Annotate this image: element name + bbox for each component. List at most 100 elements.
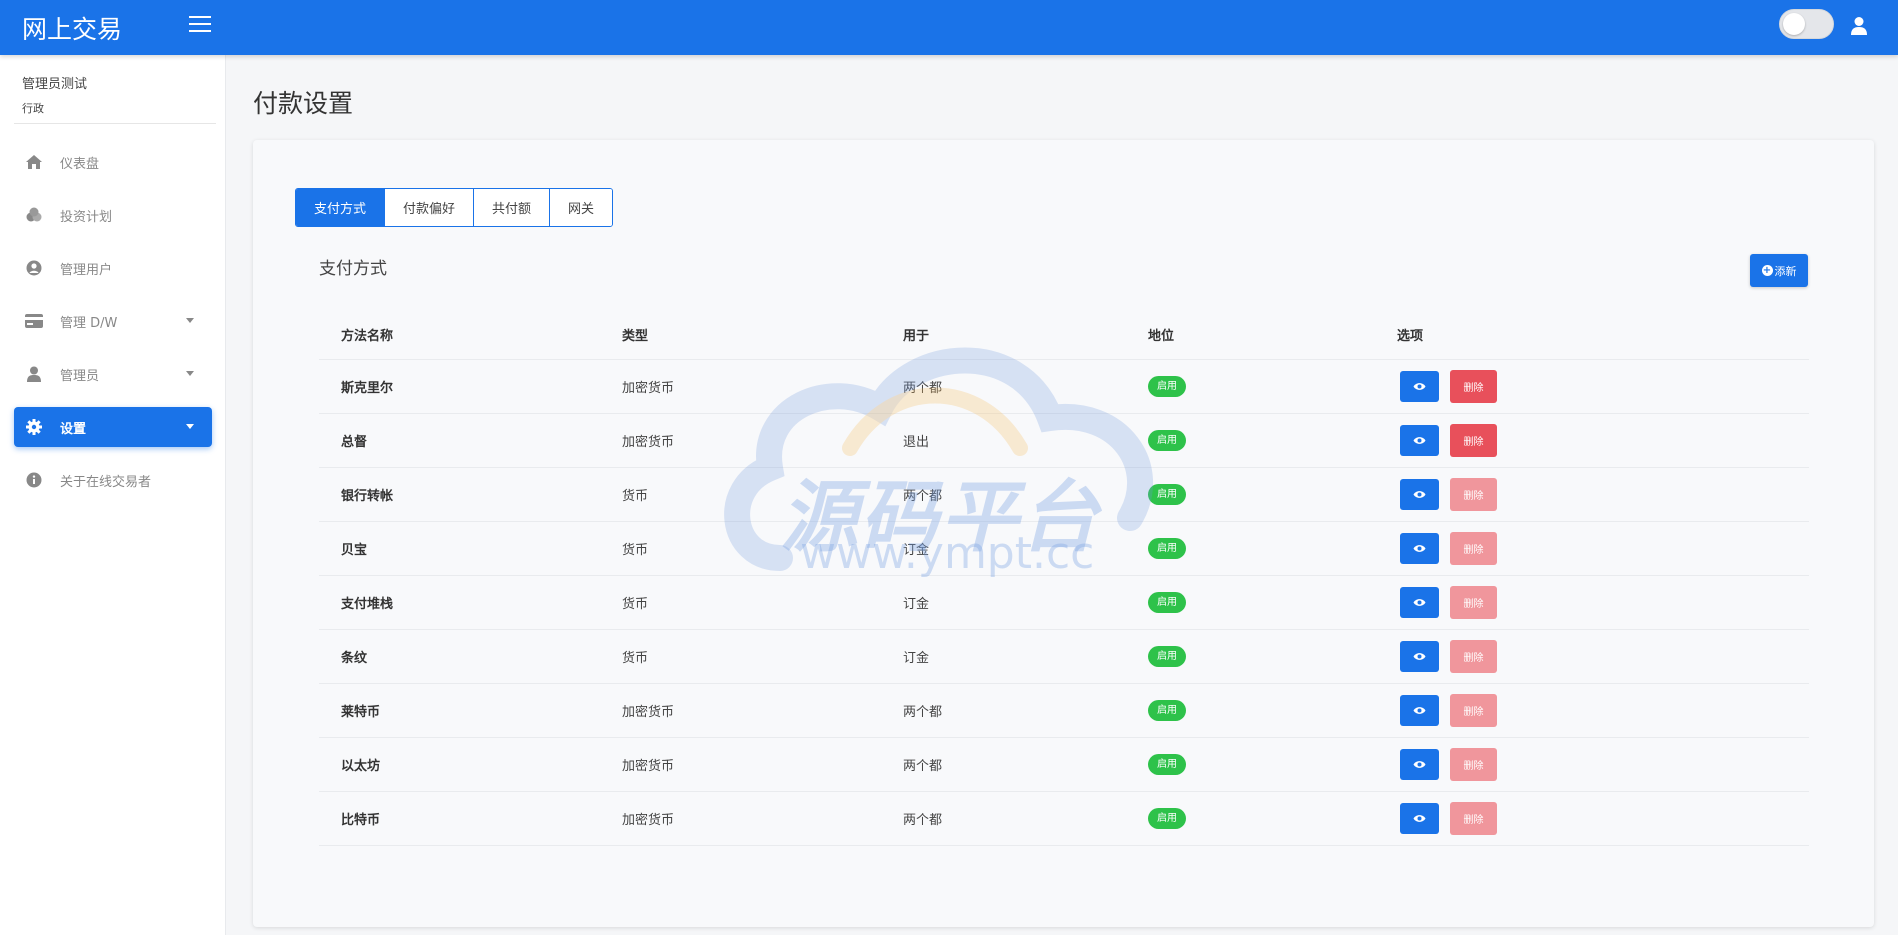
- user-icon[interactable]: [1850, 16, 1868, 36]
- tab-payment-preferences[interactable]: 付款偏好: [385, 189, 475, 226]
- table-row: 银行转帐 货币 两个都 启用 删除: [319, 468, 1809, 522]
- table-row: 条纹 货币 订金 启用 删除: [319, 630, 1809, 684]
- sidebar-item-label: 管理用户: [60, 262, 113, 278]
- sidebar-item-label: 设置: [60, 421, 87, 437]
- sidebar-item-investment-plans[interactable]: 投资计划: [14, 195, 212, 235]
- delete-button[interactable]: 删除: [1450, 370, 1497, 403]
- method-type: 加密货币: [622, 759, 675, 774]
- method-usage: 订金: [903, 597, 930, 612]
- status-badge-wrap: 启用: [1148, 484, 1186, 505]
- method-usage: 退出: [903, 435, 930, 450]
- tab-gateway[interactable]: 网关: [550, 189, 613, 226]
- method-type: 货币: [622, 543, 649, 558]
- method-usage: 两个都: [903, 759, 943, 774]
- theme-toggle[interactable]: [1779, 9, 1834, 39]
- view-button[interactable]: [1400, 587, 1439, 618]
- delete-button[interactable]: 删除: [1450, 802, 1497, 835]
- eye-icon: [1413, 437, 1426, 444]
- table-row: 以太坊 加密货币 两个都 启用 删除: [319, 738, 1809, 792]
- table-body: 斯克里尔 加密货币 两个都 启用 删除 总督 加密货币 退出 启用 删除 银行转帐 货币 两个都 启用 删除…: [319, 360, 1809, 846]
- status-badge-wrap: 启用: [1148, 808, 1186, 829]
- credit-card-icon: [25, 312, 43, 330]
- tab-payment-methods[interactable]: 支付方式: [296, 189, 386, 226]
- view-button[interactable]: [1400, 749, 1439, 780]
- method-type: 加密货币: [622, 435, 675, 450]
- sidebar-item-settings[interactable]: 设置: [14, 407, 212, 447]
- method-name: 总督: [341, 435, 368, 450]
- add-button-label: 添新: [1774, 264, 1797, 278]
- delete-button[interactable]: 删除: [1450, 694, 1497, 727]
- view-button[interactable]: [1400, 533, 1439, 564]
- sidebar-item-dashboard[interactable]: 仪表盘: [14, 142, 212, 182]
- method-type: 加密货币: [622, 705, 675, 720]
- eye-icon: [1413, 761, 1426, 768]
- eye-icon: [1413, 707, 1426, 714]
- status-badge: 启用: [1148, 484, 1186, 505]
- method-name: 以太坊: [341, 759, 381, 774]
- chevron-down-icon: [186, 318, 194, 323]
- view-button[interactable]: [1400, 803, 1439, 834]
- gear-icon: [25, 418, 43, 436]
- delete-button[interactable]: 删除: [1450, 640, 1497, 673]
- profile-name: 管理员测试: [22, 77, 88, 92]
- method-name: 贝宝: [341, 543, 368, 558]
- table-row: 贝宝 货币 订金 启用 删除: [319, 522, 1809, 576]
- status-badge: 启用: [1148, 808, 1186, 829]
- eye-icon: [1413, 545, 1426, 552]
- status-badge-wrap: 启用: [1148, 592, 1186, 613]
- sidebar-item-label: 关于在线交易者: [60, 474, 152, 490]
- status-badge: 启用: [1148, 646, 1186, 667]
- header-used-for: 用于: [903, 329, 930, 344]
- info-icon: [25, 471, 43, 489]
- method-type: 货币: [622, 651, 649, 666]
- sidebar-item-label: 管理 D/W: [60, 315, 118, 331]
- profile-role: 行政: [22, 102, 44, 115]
- delete-button[interactable]: 删除: [1450, 586, 1497, 619]
- sidebar-item-label: 仪表盘: [60, 156, 100, 172]
- table-row: 莱特币 加密货币 两个都 启用 删除: [319, 684, 1809, 738]
- method-usage: 两个都: [903, 813, 943, 828]
- view-button[interactable]: [1400, 479, 1439, 510]
- top-bar: 网上交易: [0, 0, 1898, 55]
- delete-button[interactable]: 删除: [1450, 532, 1497, 565]
- sidebar-item-manage-dw[interactable]: 管理 D/W: [14, 301, 212, 341]
- user-circle-icon: [25, 259, 43, 277]
- status-badge: 启用: [1148, 700, 1186, 721]
- plus-circle-icon: +: [1761, 265, 1773, 276]
- method-type: 加密货币: [622, 813, 675, 828]
- settings-card: 支付方式 付款偏好 共付额 网关 支付方式 + 添新 方法名称 类型 用于 地位…: [253, 140, 1874, 927]
- delete-button[interactable]: 删除: [1450, 424, 1497, 457]
- header-status: 地位: [1148, 329, 1175, 344]
- method-name: 条纹: [341, 651, 368, 666]
- method-type: 货币: [622, 597, 649, 612]
- method-type: 货币: [622, 489, 649, 504]
- view-button[interactable]: [1400, 641, 1439, 672]
- view-button[interactable]: [1400, 695, 1439, 726]
- method-type: 加密货币: [622, 381, 675, 396]
- table-row: 斯克里尔 加密货币 两个都 启用 删除: [319, 360, 1809, 414]
- brand-title: 网上交易: [22, 15, 123, 44]
- user-icon: [25, 365, 43, 383]
- payment-methods-table: 方法名称 类型 用于 地位 选项 斯克里尔 加密货币 两个都 启用 删除 总督 加密货币 退出…: [319, 310, 1809, 846]
- status-badge: 启用: [1148, 376, 1186, 397]
- status-badge-wrap: 启用: [1148, 754, 1186, 775]
- view-button[interactable]: [1400, 371, 1439, 402]
- sidebar-item-label: 投资计划: [60, 209, 113, 225]
- status-badge: 启用: [1148, 538, 1186, 559]
- sidebar-item-manage-users[interactable]: 管理用户: [14, 248, 212, 288]
- eye-icon: [1413, 383, 1426, 390]
- delete-button[interactable]: 删除: [1450, 478, 1497, 511]
- view-button[interactable]: [1400, 425, 1439, 456]
- method-usage: 两个都: [903, 705, 943, 720]
- add-button[interactable]: + 添新: [1750, 254, 1808, 287]
- delete-button[interactable]: 删除: [1450, 748, 1497, 781]
- status-badge: 启用: [1148, 430, 1186, 451]
- tab-copay[interactable]: 共付额: [474, 189, 551, 226]
- sidebar-item-about[interactable]: 关于在线交易者: [14, 460, 212, 500]
- method-name: 银行转帐: [341, 489, 394, 504]
- menu-toggle-icon[interactable]: [189, 16, 211, 34]
- eye-icon: [1413, 491, 1426, 498]
- sidebar-item-admins[interactable]: 管理员: [14, 354, 212, 394]
- method-usage: 两个都: [903, 381, 943, 396]
- method-name: 斯克里尔: [341, 381, 394, 396]
